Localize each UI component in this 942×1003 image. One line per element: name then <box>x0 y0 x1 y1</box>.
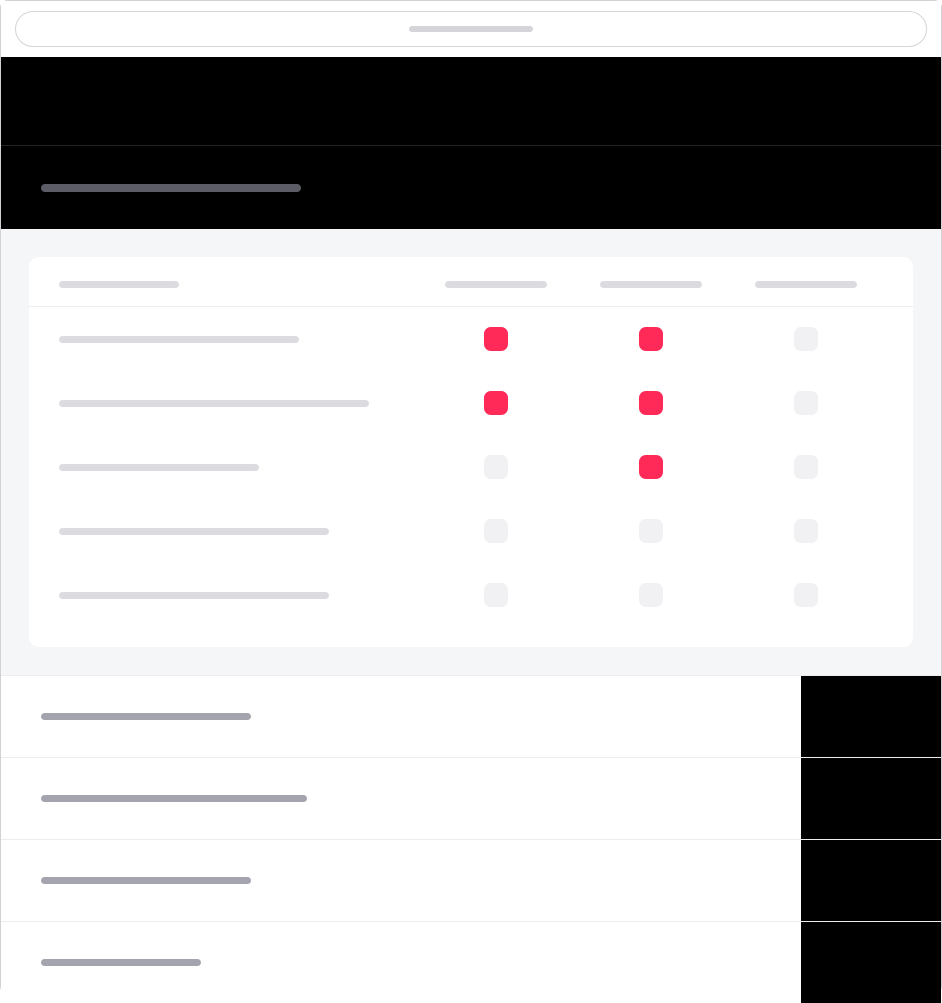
matrix-header <box>29 257 913 307</box>
toggle-on[interactable] <box>639 455 663 479</box>
list-item-action[interactable] <box>801 676 941 757</box>
top-bar <box>1 1 941 57</box>
toggle-off[interactable] <box>639 519 663 543</box>
matrix-cell[interactable] <box>418 455 573 479</box>
row-label <box>59 400 418 407</box>
matrix-cell[interactable] <box>728 455 883 479</box>
matrix-cell[interactable] <box>728 583 883 607</box>
list-section <box>1 675 941 1003</box>
matrix-cell[interactable] <box>573 455 728 479</box>
row-label <box>59 528 418 535</box>
toggle-on[interactable] <box>484 391 508 415</box>
page-title <box>41 184 301 192</box>
matrix-cell[interactable] <box>573 327 728 351</box>
toggle-off[interactable] <box>639 583 663 607</box>
list-item-action[interactable] <box>801 922 941 1003</box>
matrix-cell[interactable] <box>573 519 728 543</box>
toggle-off[interactable] <box>794 327 818 351</box>
matrix-cell[interactable] <box>418 327 573 351</box>
main-content <box>1 229 941 675</box>
toggle-off[interactable] <box>484 519 508 543</box>
list-item[interactable] <box>1 921 941 1003</box>
matrix-card <box>29 257 913 647</box>
matrix-cell[interactable] <box>728 391 883 415</box>
matrix-row <box>29 307 913 371</box>
row-label <box>59 464 418 471</box>
toggle-off[interactable] <box>484 455 508 479</box>
list-item[interactable] <box>1 839 941 921</box>
toggle-off[interactable] <box>794 583 818 607</box>
matrix-cell[interactable] <box>418 583 573 607</box>
row-label <box>59 336 418 343</box>
matrix-cell[interactable] <box>573 391 728 415</box>
list-item-label <box>1 795 801 802</box>
subheader <box>1 145 941 229</box>
toggle-off[interactable] <box>794 391 818 415</box>
list-item-label <box>1 713 801 720</box>
matrix-cell[interactable] <box>573 583 728 607</box>
matrix-row <box>29 499 913 563</box>
list-item-action[interactable] <box>801 840 941 921</box>
list-item[interactable] <box>1 757 941 839</box>
list-item[interactable] <box>1 675 941 757</box>
matrix-cell[interactable] <box>418 391 573 415</box>
matrix-cell[interactable] <box>728 327 883 351</box>
search-input[interactable] <box>15 11 927 47</box>
search-placeholder <box>409 26 533 32</box>
header-banner <box>1 57 941 145</box>
list-item-label <box>1 959 801 966</box>
col-header-3 <box>728 281 883 288</box>
list-item-action[interactable] <box>801 758 941 839</box>
toggle-off[interactable] <box>484 583 508 607</box>
matrix-row <box>29 435 913 499</box>
col-header-1 <box>418 281 573 288</box>
list-item-label <box>1 877 801 884</box>
toggle-on[interactable] <box>639 327 663 351</box>
matrix-cell[interactable] <box>418 519 573 543</box>
row-label <box>59 592 418 599</box>
col-header-2 <box>573 281 728 288</box>
toggle-on[interactable] <box>484 327 508 351</box>
col-header-name <box>59 281 418 288</box>
toggle-off[interactable] <box>794 519 818 543</box>
toggle-off[interactable] <box>794 455 818 479</box>
matrix-cell[interactable] <box>728 519 883 543</box>
matrix-row <box>29 563 913 627</box>
toggle-on[interactable] <box>639 391 663 415</box>
matrix-row <box>29 371 913 435</box>
